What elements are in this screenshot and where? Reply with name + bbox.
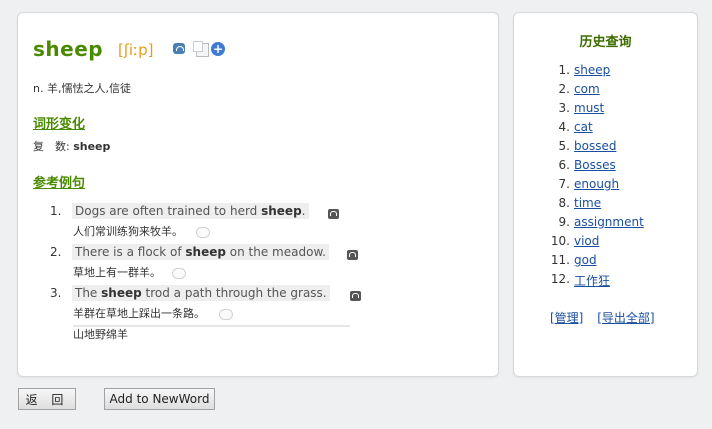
word-detail-panel: sheep [ʃiːp] + n. 羊,懦怯之人,信徒 词形变化 复 数: sh… bbox=[17, 12, 499, 377]
definition: n. 羊,懦怯之人,信徒 bbox=[33, 82, 131, 95]
history-link[interactable]: sheep bbox=[572, 63, 610, 82]
audio-icon[interactable] bbox=[350, 291, 361, 301]
add-to-newword-button[interactable]: Add to NewWord bbox=[104, 388, 215, 410]
plural-form: 复 数: sheep bbox=[33, 138, 110, 154]
example-item: 1. Dogs are often trained to herd sheep.… bbox=[46, 203, 346, 245]
history-item: 8. time bbox=[534, 196, 644, 215]
history-link[interactable]: assignment bbox=[572, 215, 644, 234]
history-item: 10. viod bbox=[534, 234, 644, 253]
history-item: 12. 工作狂 bbox=[534, 272, 644, 291]
example-number: 1. bbox=[50, 204, 62, 218]
history-item: 1. sheep bbox=[534, 63, 644, 82]
history-link[interactable]: enough bbox=[572, 177, 619, 196]
examples-section-title: 参考例句 bbox=[33, 176, 86, 191]
history-title: 历史查询 bbox=[579, 35, 632, 50]
example-list: 1. Dogs are often trained to herd sheep.… bbox=[46, 203, 361, 327]
speaker-icon[interactable] bbox=[173, 43, 185, 54]
add-icon[interactable]: + bbox=[211, 42, 225, 56]
audio-icon[interactable] bbox=[347, 250, 358, 260]
example-sentence: There is a flock of sheep on the meadow. bbox=[72, 244, 329, 260]
history-item: 4. cat bbox=[534, 120, 644, 139]
phonetic: [ʃiːp] bbox=[118, 41, 154, 59]
history-list: 1. sheep 2. com 3. must 4. cat 5. bossed 6. Bo… bbox=[534, 63, 644, 291]
history-link[interactable]: god bbox=[572, 253, 597, 272]
copy-icon[interactable] bbox=[193, 41, 209, 57]
history-link[interactable]: Bosses bbox=[572, 158, 616, 177]
related-phrase: 山地野绵羊 bbox=[73, 328, 128, 341]
forms-section-title: 词形变化 bbox=[33, 117, 86, 132]
history-item: 11. god bbox=[534, 253, 644, 272]
comment-bubble-icon[interactable] bbox=[172, 268, 186, 279]
example-translation: 羊群在草地上踩出一条路。 bbox=[73, 307, 205, 320]
history-link[interactable]: 工作狂 bbox=[572, 272, 610, 291]
history-link[interactable]: com bbox=[572, 82, 600, 101]
comment-bubble-icon[interactable] bbox=[219, 309, 233, 320]
word-title: sheep bbox=[33, 37, 104, 61]
history-link[interactable]: viod bbox=[572, 234, 599, 253]
plural-label: 复 数: bbox=[33, 140, 70, 153]
history-link[interactable]: bossed bbox=[572, 139, 616, 158]
history-link[interactable]: time bbox=[572, 196, 601, 215]
manage-link[interactable]: [管理] bbox=[550, 311, 583, 325]
history-item: 2. com bbox=[534, 82, 644, 101]
back-button[interactable]: 返 回 bbox=[18, 388, 76, 410]
audio-icon[interactable] bbox=[328, 209, 339, 219]
example-item: 2. There is a flock of sheep on the mead… bbox=[46, 244, 358, 286]
history-item: 6. Bosses bbox=[534, 158, 644, 177]
example-translation: 人们常训练狗来牧羊。 bbox=[73, 225, 183, 238]
history-panel: 历史查询 1. sheep 2. com 3. must 4. cat 5. bossed… bbox=[513, 12, 698, 377]
example-number: 2. bbox=[50, 245, 62, 259]
history-item: 9. assignment bbox=[534, 215, 644, 234]
history-link[interactable]: must bbox=[572, 101, 604, 120]
history-item: 7. enough bbox=[534, 177, 644, 196]
comment-bubble-icon[interactable] bbox=[196, 227, 210, 238]
plural-value: sheep bbox=[73, 140, 111, 153]
example-item: 3. The sheep trod a path through the gra… bbox=[46, 285, 361, 327]
export-all-link[interactable]: [导出全部] bbox=[597, 311, 654, 325]
history-item: 3. must bbox=[534, 101, 644, 120]
example-sentence: The sheep trod a path through the grass. bbox=[72, 285, 330, 301]
example-sentence: Dogs are often trained to herd sheep. bbox=[72, 203, 309, 219]
example-number: 3. bbox=[50, 286, 62, 300]
example-translation: 草地上有一群羊。 bbox=[73, 266, 161, 279]
history-actions: [管理] [导出全部] bbox=[550, 309, 665, 326]
history-item: 5. bossed bbox=[534, 139, 644, 158]
history-link[interactable]: cat bbox=[572, 120, 593, 139]
